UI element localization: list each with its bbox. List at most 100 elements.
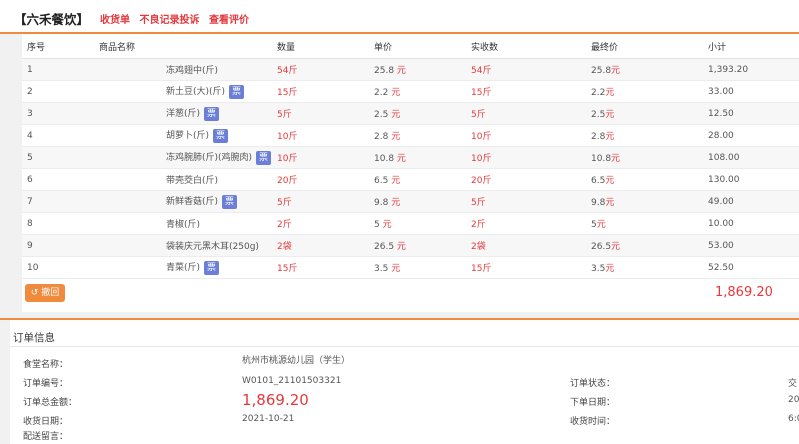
cell-final-price: 6.5元 [591,168,708,191]
price-unit: 元 [391,198,401,208]
order-info-title: 订单信息 [13,332,55,344]
final-price-value: 2.8 [591,132,606,142]
cell-price: 2.8 元 [374,124,471,147]
qty-unit: 斤 [288,264,298,274]
received-unit: 斤 [476,220,486,230]
ticket-badge[interactable]: 票 [204,106,220,121]
amount-label: 订单总金额： [23,398,78,408]
cell-subtotal: 53.00 [708,234,799,257]
cell-qty: 5斤 [277,190,374,213]
table-header-row: 序号 商品名称 数量 单价 实收数 最终价 小计 [22,34,799,59]
final-price-unit: 元 [596,220,606,230]
qty-value: 10 [277,154,289,164]
receive-date-label: 收货日期： [23,417,69,427]
price-value: 9.8 [374,198,389,208]
table-row: 5 冻鸡腕肺(斤)(鸡腕肉) 票 10斤 10.8 元 10斤 10.8元 108.00 [22,146,799,169]
final-price-unit: 元 [611,154,621,164]
row-number: 3 [27,108,33,119]
qty-unit: 斤 [288,66,298,76]
final-price-unit: 元 [605,88,615,98]
cell-subtotal: 28.00 [708,124,799,147]
cell-received: 10斤 [471,146,591,169]
order-items-table: 序号 商品名称 数量 单价 实收数 最终价 小计 1 冻鸡翅中(斤) 54斤 25.8… [22,34,799,279]
received-unit: 斤 [482,154,492,164]
subtotal-value: 33.00 [708,86,734,97]
cell-final-price: 5元 [591,212,708,235]
price-value: 5 [374,220,380,230]
cell-name: 青菜(斤) 票 [94,256,277,279]
final-price-value: 26.5 [591,242,612,252]
price-value: 3.5 [374,264,389,274]
link-complaint[interactable]: 不良记录投诉 [139,15,199,26]
canteen-label: 食堂名称： [23,360,69,370]
item-name: 青菜(斤) [166,263,201,274]
received-value: 54 [471,66,483,76]
cell-subtotal: 49.00 [708,190,799,213]
col-header-qty: 数量 [277,34,374,59]
final-price-value: 2.5 [591,110,606,120]
received-value: 10 [471,154,483,164]
price-value: 10.8 [374,154,395,164]
cell-final-price: 10.8元 [591,146,708,169]
col-header-subtotal: 小计 [708,34,799,59]
price-unit: 元 [391,264,401,274]
cell-received: 20斤 [471,168,591,191]
col-header-name: 商品名称 [94,34,277,59]
ticket-badge[interactable]: 票 [204,260,220,275]
order-total: 1,869.20 [715,285,773,300]
cell-qty: 2斤 [277,212,374,235]
cell-final-price: 3.5元 [591,256,708,279]
final-price-unit: 元 [605,176,615,186]
price-unit: 元 [391,176,401,186]
received-unit: 斤 [482,66,492,76]
cell-qty: 5斤 [277,102,374,125]
col-header-price: 单价 [374,34,471,59]
ticket-badge[interactable]: 票 [256,150,272,165]
qty-unit: 斤 [282,110,292,120]
ticket-badge[interactable]: 票 [229,84,245,99]
cell-name: 冻鸡腕肺(斤)(鸡腕肉) 票 [94,146,277,169]
cell-qty: 15斤 [277,256,374,279]
col-header-received: 实收数 [471,34,591,59]
qty-value: 20 [277,176,289,186]
row-number: 7 [27,196,33,207]
col-header-no: 序号 [22,34,94,59]
cell-subtotal: 52.50 [708,256,799,279]
qty-unit: 斤 [282,220,292,230]
cell-final-price: 2.2元 [591,80,708,103]
amount-value: 1,869.20 [242,391,309,409]
table-footer: ↺ 撤回 1,869.20 [22,279,799,307]
order-date-label: 下单日期： [570,398,616,408]
order-items-panel: 序号 商品名称 数量 单价 实收数 最终价 小计 1 冻鸡翅中(斤) 54斤 25.8… [22,34,799,312]
info-divider [10,346,799,347]
receive-time-value: 6:0 [788,414,799,424]
qty-unit: 斤 [288,154,298,164]
top-bar: 【六禾餐饮】 收货单 不良记录投诉 查看评价 [0,0,799,32]
link-reviews[interactable]: 查看评价 [209,15,249,26]
subtotal-value: 12.50 [708,108,734,119]
row-number: 5 [27,152,33,163]
item-name: 新鲜香菇(斤) [166,197,219,208]
ticket-badge[interactable]: 票 [222,194,238,209]
cell-qty: 15斤 [277,80,374,103]
cell-no: 6 [22,168,94,191]
row-number: 9 [27,240,33,251]
cell-received: 54斤 [471,58,591,81]
final-price-unit: 元 [611,242,621,252]
subtotal-value: 10.00 [708,218,734,229]
status-value: 交 [788,379,798,389]
cell-final-price: 25.8元 [591,58,708,81]
cell-received: 15斤 [471,80,591,103]
item-name: 袋装庆元黑木耳(250g) [166,242,259,252]
item-name: 冻鸡腕肺(斤)(鸡腕肉) [166,153,253,164]
order-no-label: 订单编号： [23,379,69,389]
link-receipt[interactable]: 收货单 [100,15,130,26]
price-unit: 元 [396,66,406,76]
cell-received: 5斤 [471,190,591,213]
revoke-button[interactable]: ↺ 撤回 [25,284,65,302]
received-value: 20 [471,176,483,186]
qty-value: 54 [277,66,289,76]
received-unit: 斤 [476,198,486,208]
final-price-unit: 元 [611,66,621,76]
ticket-badge[interactable]: 票 [213,128,229,143]
